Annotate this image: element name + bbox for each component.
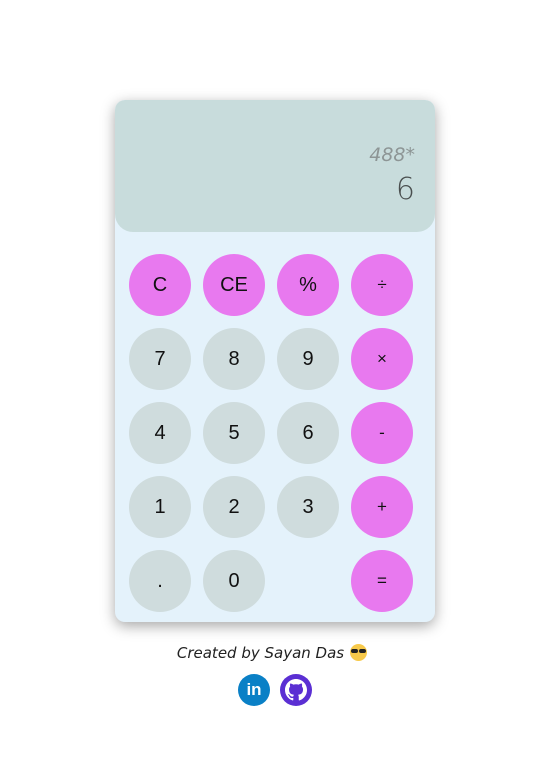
digit-2-button[interactable]: 2 <box>203 476 265 538</box>
current-operand: 6 <box>395 172 415 207</box>
digit-6-button[interactable]: 6 <box>277 402 339 464</box>
footer-credit: Created by Sayan Das <box>0 644 544 662</box>
sunglasses-emoji-icon <box>350 644 368 661</box>
calculator: 488* 6 C CE % ÷ 7 8 9 × 4 5 6 - 1 2 3 + … <box>115 100 435 622</box>
decimal-button[interactable]: . <box>129 550 191 612</box>
multiply-button[interactable]: × <box>351 328 413 390</box>
credit-text: Created by Sayan Das <box>176 644 345 662</box>
digit-4-button[interactable]: 4 <box>129 402 191 464</box>
calculator-display: 488* 6 <box>115 100 435 232</box>
previous-operand: 488* <box>369 144 415 166</box>
percent-button[interactable]: % <box>277 254 339 316</box>
digit-8-button[interactable]: 8 <box>203 328 265 390</box>
linkedin-link[interactable]: in <box>238 674 270 706</box>
add-button[interactable]: + <box>351 476 413 538</box>
digit-3-button[interactable]: 3 <box>277 476 339 538</box>
github-icon <box>285 679 307 701</box>
divide-button[interactable]: ÷ <box>351 254 413 316</box>
digit-0-button[interactable]: 0 <box>203 550 265 612</box>
digit-9-button[interactable]: 9 <box>277 328 339 390</box>
equals-button[interactable]: = <box>351 550 413 612</box>
clear-button[interactable]: C <box>129 254 191 316</box>
linkedin-icon: in <box>246 680 262 699</box>
digit-7-button[interactable]: 7 <box>129 328 191 390</box>
digit-1-button[interactable]: 1 <box>129 476 191 538</box>
digit-5-button[interactable]: 5 <box>203 402 265 464</box>
subtract-button[interactable]: - <box>351 402 413 464</box>
keypad: C CE % ÷ 7 8 9 × 4 5 6 - 1 2 3 + . 0 = <box>129 254 413 612</box>
github-link[interactable] <box>280 674 312 706</box>
clear-entry-button[interactable]: CE <box>203 254 265 316</box>
